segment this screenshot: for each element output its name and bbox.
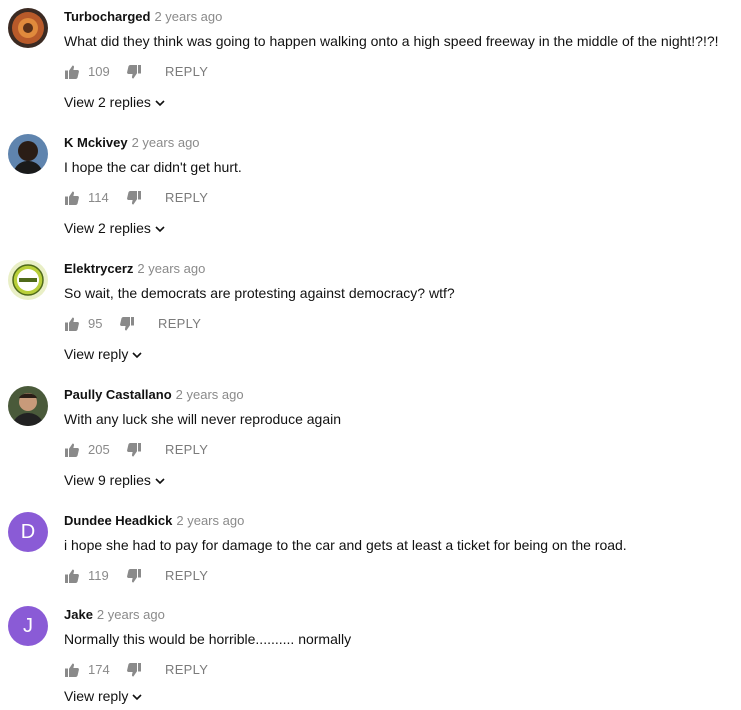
comment-time[interactable]: 2 years ago	[176, 513, 244, 528]
thumbs-down-icon[interactable]	[119, 316, 135, 332]
like-count: 119	[88, 568, 109, 583]
author-name[interactable]: Dundee Headkick	[64, 513, 172, 528]
comment-header: Paully Castallano 2 years ago	[64, 386, 244, 404]
view-replies-label: View reply	[64, 688, 129, 704]
comment-header: Turbocharged 2 years ago	[64, 8, 222, 26]
like-count: 114	[88, 190, 109, 205]
view-replies-button[interactable]: View reply	[64, 344, 142, 364]
thumbs-up-icon[interactable]	[64, 662, 80, 678]
comment-time[interactable]: 2 years ago	[154, 9, 222, 24]
reply-button[interactable]: REPLY	[165, 660, 208, 680]
thumbs-up-icon[interactable]	[64, 316, 80, 332]
comment-header: Elektrycerz 2 years ago	[64, 260, 205, 278]
thumbs-down-icon[interactable]	[126, 662, 142, 678]
thumbs-up-icon[interactable]	[64, 64, 80, 80]
letter-avatar[interactable]: D	[8, 512, 48, 552]
avatar-letter: D	[20, 521, 36, 543]
author-name[interactable]: Jake	[64, 607, 93, 622]
comment-text: I hope the car didn't get hurt.	[64, 159, 242, 175]
avatar-letter: J	[23, 615, 33, 637]
reply-button[interactable]: REPLY	[165, 440, 208, 460]
view-replies-button[interactable]: View 2 replies	[64, 92, 165, 112]
view-replies-label: View 2 replies	[64, 94, 151, 110]
comment-text: i hope she had to pay for damage to the …	[64, 537, 627, 553]
thumbs-down-icon[interactable]	[126, 64, 142, 80]
chevron-down-icon	[132, 351, 142, 359]
comment-text: So wait, the democrats are protesting ag…	[64, 285, 455, 301]
view-replies-button[interactable]: View 9 replies	[64, 470, 165, 490]
like-count: 109	[88, 64, 110, 79]
reply-button[interactable]: REPLY	[158, 314, 201, 334]
author-name[interactable]: Turbocharged	[64, 9, 150, 24]
thumbs-down-icon[interactable]	[126, 568, 142, 584]
person-avatar[interactable]	[8, 386, 48, 426]
reply-button[interactable]: REPLY	[165, 566, 208, 586]
like-count: 205	[88, 442, 110, 457]
view-replies-button[interactable]: View reply	[64, 686, 142, 706]
thumbs-down-icon[interactable]	[126, 190, 142, 206]
thumbs-up-icon[interactable]	[64, 568, 80, 584]
reply-button[interactable]: REPLY	[165, 188, 208, 208]
thumbs-down-icon[interactable]	[126, 442, 142, 458]
chevron-down-icon	[155, 225, 165, 233]
view-replies-button[interactable]: View 2 replies	[64, 218, 165, 238]
view-replies-label: View reply	[64, 346, 129, 362]
comment-text: With any luck she will never reproduce a…	[64, 411, 342, 427]
thumbs-up-icon[interactable]	[64, 190, 80, 206]
chevron-down-icon	[132, 693, 142, 701]
thumbs-up-icon[interactable]	[64, 442, 80, 458]
comment-header: Dundee Headkick 2 years ago	[64, 512, 244, 530]
comment-time[interactable]: 2 years ago	[132, 135, 200, 150]
person-avatar[interactable]	[8, 134, 48, 174]
comment-header: K Mckivey 2 years ago	[64, 134, 200, 152]
reply-button[interactable]: REPLY	[165, 62, 208, 82]
author-name[interactable]: K Mckivey	[64, 135, 128, 150]
chevron-down-icon	[155, 477, 165, 485]
letter-avatar[interactable]: J	[8, 606, 48, 646]
author-name[interactable]: Paully Castallano	[64, 387, 172, 402]
comment-time[interactable]: 2 years ago	[176, 387, 244, 402]
comment-time[interactable]: 2 years ago	[137, 261, 205, 276]
author-name[interactable]: Elektrycerz	[64, 261, 133, 276]
comment-text: What did they think was going to happen …	[64, 33, 719, 49]
comment-text: Normally this would be horrible.........…	[64, 631, 352, 647]
turbo-avatar[interactable]	[8, 8, 48, 48]
like-count: 95	[88, 316, 103, 331]
view-replies-label: View 9 replies	[64, 472, 151, 488]
comment-header: Jake 2 years ago	[64, 606, 165, 624]
like-count: 174	[88, 662, 110, 677]
emblem-avatar[interactable]	[8, 260, 48, 300]
chevron-down-icon	[155, 99, 165, 107]
comment-time[interactable]: 2 years ago	[97, 607, 165, 622]
view-replies-label: View 2 replies	[64, 220, 151, 236]
